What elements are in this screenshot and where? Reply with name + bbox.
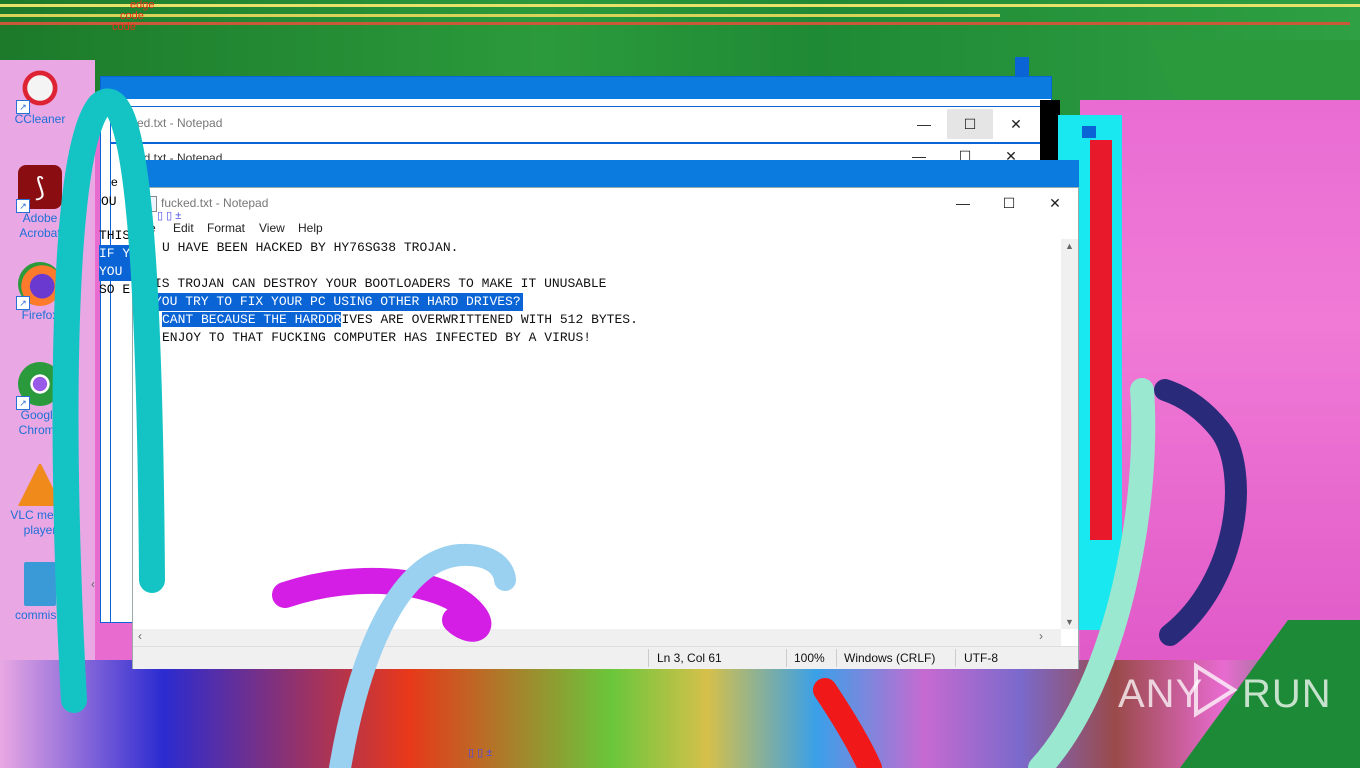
play-logo-icon [1194, 662, 1238, 718]
red-stroke [813, 678, 882, 768]
cyan-stroke [52, 88, 165, 713]
paint-strokes-overlay [52, 88, 1247, 768]
navy-stroke [1154, 379, 1247, 646]
anyrun-watermark: ANY RUN [1118, 660, 1331, 720]
watermark-text: RUN [1242, 672, 1332, 716]
glitch-glyphs: ▯ ▯ ± [468, 747, 493, 759]
